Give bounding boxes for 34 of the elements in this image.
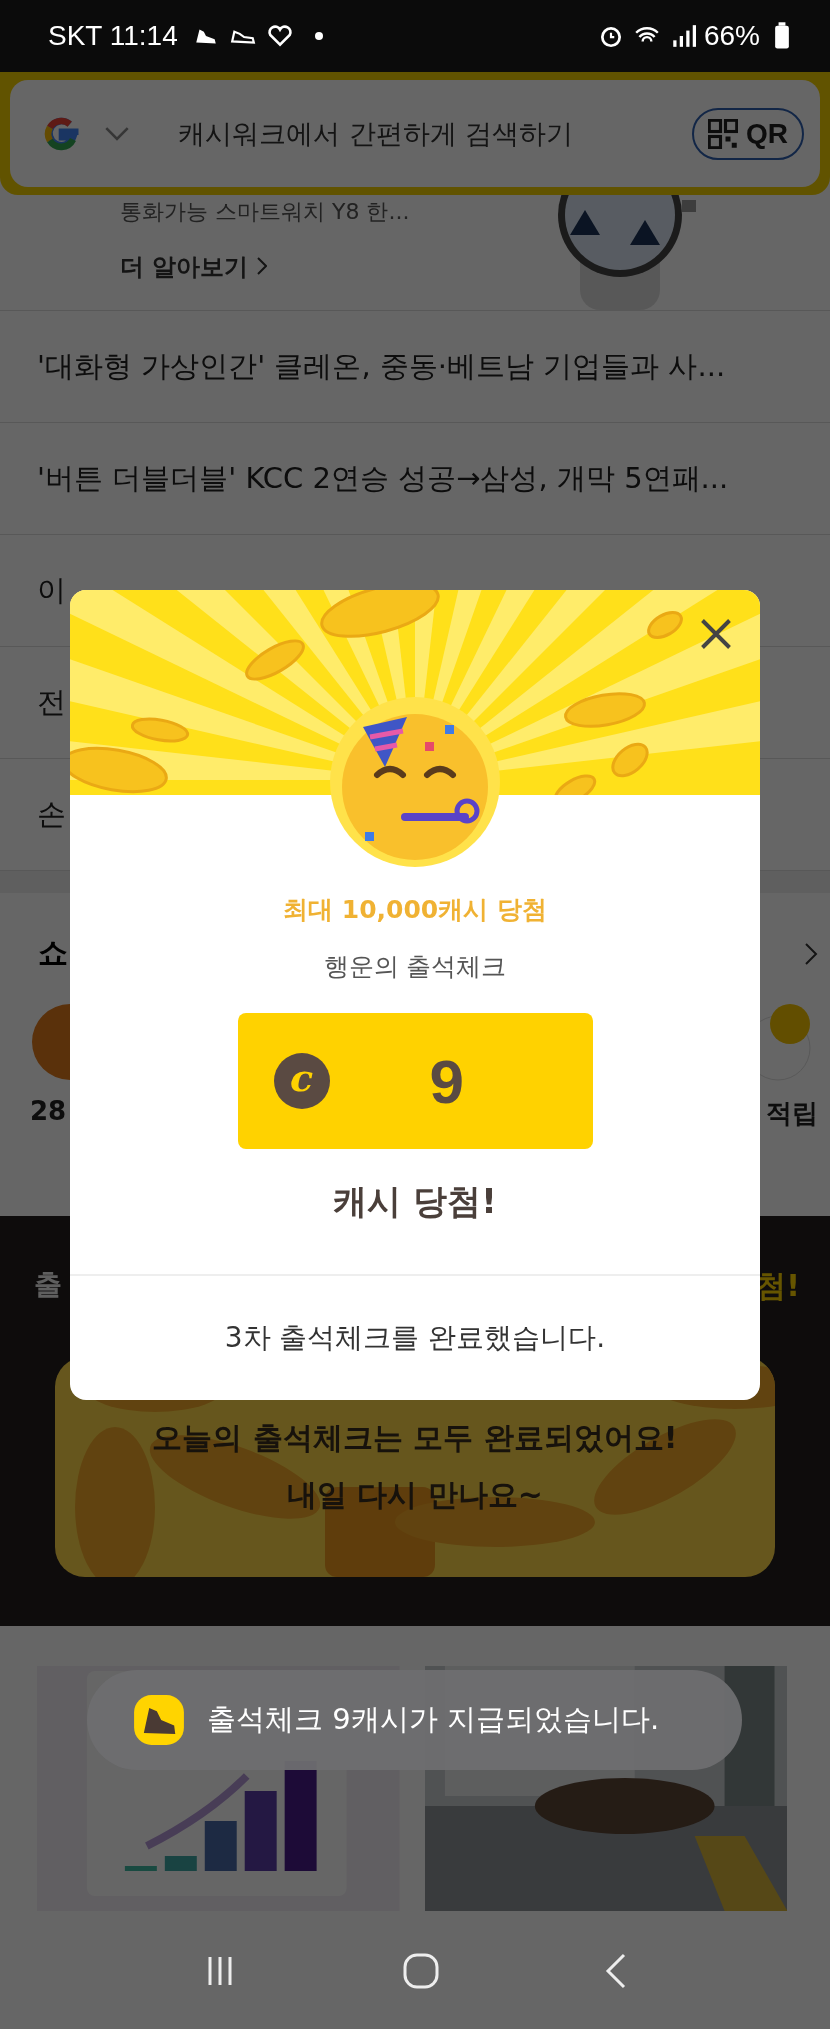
news-headline[interactable]: 전 <box>37 682 66 723</box>
battery-icon <box>774 22 790 50</box>
chevron-right-icon <box>256 257 267 275</box>
attendance-message: 내일 다시 만나요~ <box>287 1476 543 1514</box>
dialog-subtitle: 행운의 출석체크 <box>323 951 507 983</box>
prize-amount: 9 <box>429 1045 464 1117</box>
shop-item-label: 28 <box>30 1096 67 1126</box>
chevron-right-icon[interactable] <box>804 941 818 966</box>
search-field[interactable]: 캐시워크에서 간편하게 검색하기 <box>178 112 672 155</box>
attendance-message: 오늘의 출석체크는 모두 완료되었어요! <box>152 1419 678 1457</box>
shoe-icon <box>133 1694 185 1746</box>
battery-percent: 66% <box>703 20 760 52</box>
learn-more-link[interactable]: 더 알아보기 <box>120 251 267 283</box>
news-headline[interactable]: 이 <box>37 570 66 611</box>
section-title: 쇼 <box>38 934 68 972</box>
news-headline[interactable]: 손 <box>37 794 66 835</box>
carrier-time: SKT 11:14 <box>48 20 178 52</box>
prize-headline: 최대 10,000캐시 당첨 <box>283 894 547 926</box>
coin-icon: c <box>273 1053 330 1109</box>
heart-icon <box>265 23 294 49</box>
qr-icon <box>708 118 738 149</box>
news-headline[interactable]: '버튼 더블더블' KCC 2연승 성공→삼성, 개막 5연패... <box>37 458 729 499</box>
completion-message: 3차 출석체크를 완료했습니다. <box>224 1320 606 1356</box>
ad-description: 통화가능 스마트워치 Y8 한... <box>120 198 410 226</box>
shop-item-label: 적립 <box>766 1097 818 1130</box>
dot-icon <box>313 31 324 41</box>
toast-message: 출석체크 9캐시가 지급되었습니다. <box>207 1701 660 1738</box>
section-title-highlight: 첨! <box>756 1267 800 1305</box>
news-headline[interactable]: '대화형 가상인간' 클레온, 중동·베트남 기업들과 사... <box>37 346 726 387</box>
section-title: 출 <box>34 1267 62 1303</box>
home-icon[interactable] <box>402 1951 440 1990</box>
qr-button[interactable]: QR <box>692 107 804 160</box>
back-icon[interactable] <box>604 1951 628 1990</box>
result-text: 캐시 당첨! <box>333 1180 497 1223</box>
